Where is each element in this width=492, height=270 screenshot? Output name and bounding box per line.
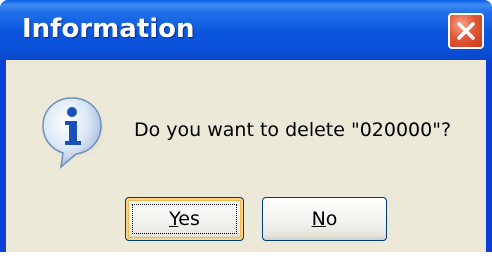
yes-mnemonic: Y (169, 208, 179, 230)
yes-button[interactable]: Yes (125, 197, 244, 241)
no-button-label: No (312, 208, 338, 230)
close-button[interactable] (448, 13, 484, 49)
yes-label-rest: es (178, 208, 200, 230)
title-bar[interactable]: Information (0, 0, 492, 60)
yes-button-label: Yes (169, 208, 200, 230)
dialog-message: Do you want to delete "020000"? (134, 119, 452, 141)
information-dialog: Information Do you want to delete "02000… (0, 0, 492, 252)
dialog-title: Information (22, 14, 195, 44)
no-button[interactable]: No (262, 197, 387, 241)
no-label-rest: o (325, 208, 338, 230)
no-mnemonic: N (311, 208, 326, 230)
close-icon (457, 22, 475, 40)
dialog-body: Do you want to delete "020000"? (6, 60, 486, 252)
information-icon (42, 97, 104, 169)
